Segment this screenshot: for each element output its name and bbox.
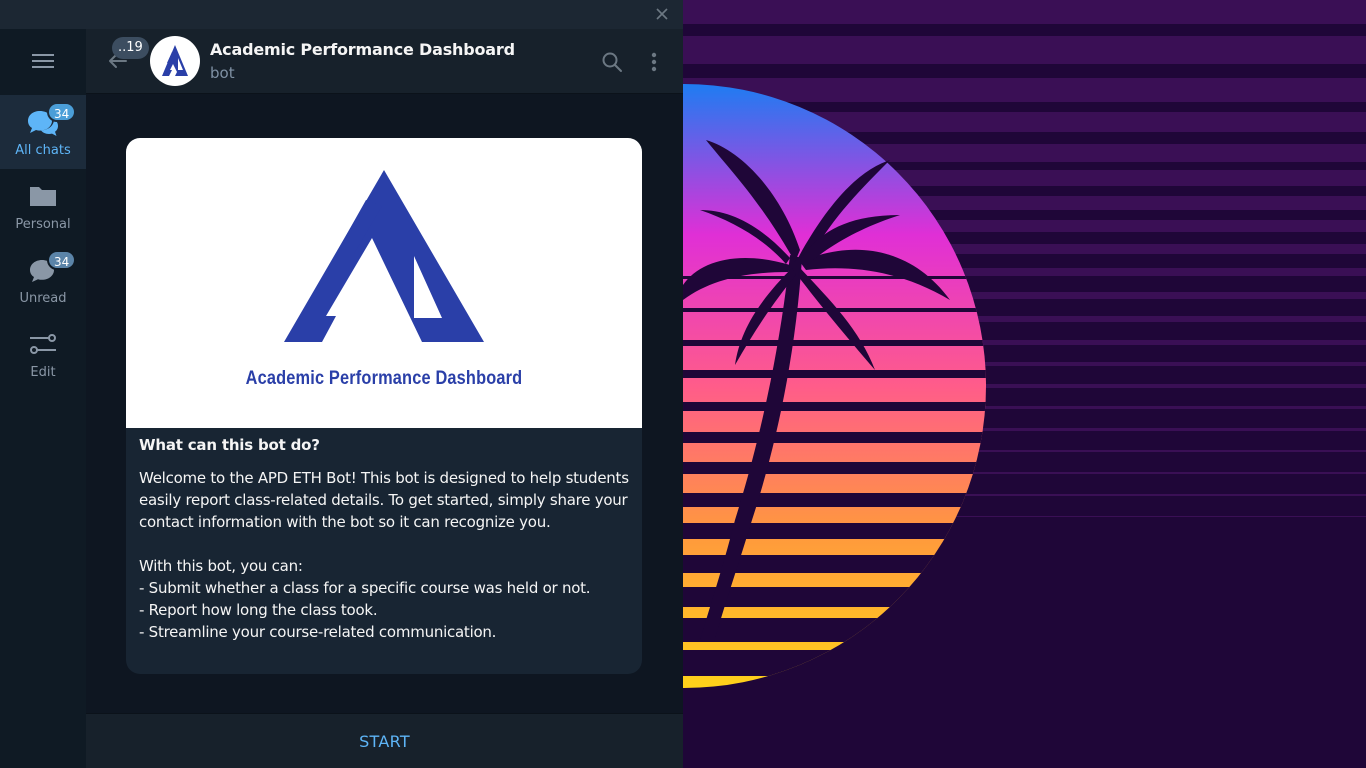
folder-personal[interactable]: Personal [0,169,86,243]
logo-caption: Academic Performance Dashboard [245,368,523,389]
list-intro: With this bot, you can: [139,557,303,575]
list-item: - Streamline your course-related communi… [139,623,497,641]
more-vertical-icon[interactable] [642,50,666,74]
folder-edit[interactable]: Edit [0,317,86,391]
card-heading: What can this bot do? [139,436,320,454]
card-description: Welcome to the APD ETH Bot! This bot is … [139,467,634,643]
bot-intro-card: Academic Performance Dashboard What can … [126,138,642,674]
chat-subtitle: bot [210,64,235,82]
back-unread-badge: ..19 [112,37,149,59]
chat-header: ..19 Academic Performance Dashboard bot [86,29,683,94]
folders-sidebar: 34 All chats Personal 34 Unread Edit [0,29,86,768]
folder-unread[interactable]: 34 Unread [0,243,86,317]
chat-title: Academic Performance Dashboard [210,40,515,59]
bot-logo-image: Academic Performance Dashboard [126,138,642,428]
list-item: - Report how long the class took. [139,601,378,619]
avatar[interactable] [150,36,200,86]
folder-unread-badge: 34 [47,102,77,122]
folder-label: Personal [15,217,71,232]
hamburger-menu-icon [32,54,54,68]
close-icon[interactable] [653,5,671,23]
search-icon[interactable] [600,50,624,74]
folder-label: All chats [15,143,71,158]
list-item: - Submit whether a class for a specific … [139,579,591,597]
telegram-window: 34 All chats Personal 34 Unread Edit ..1… [0,0,683,768]
sliders-icon [30,334,56,354]
messages-area: Academic Performance Dashboard What can … [86,95,683,713]
folder-all-chats[interactable]: 34 All chats [0,95,86,169]
description-paragraph: Welcome to the APD ETH Bot! This bot is … [139,469,629,531]
start-button[interactable]: START [86,714,683,768]
hamburger-menu-button[interactable] [0,29,86,95]
folder-unread-badge: 34 [47,250,77,270]
folder-label: Unread [19,291,67,306]
start-bar: START [86,713,683,768]
folder-label: Edit [30,365,56,380]
folder-icon [30,187,56,206]
window-titlebar [0,0,683,29]
